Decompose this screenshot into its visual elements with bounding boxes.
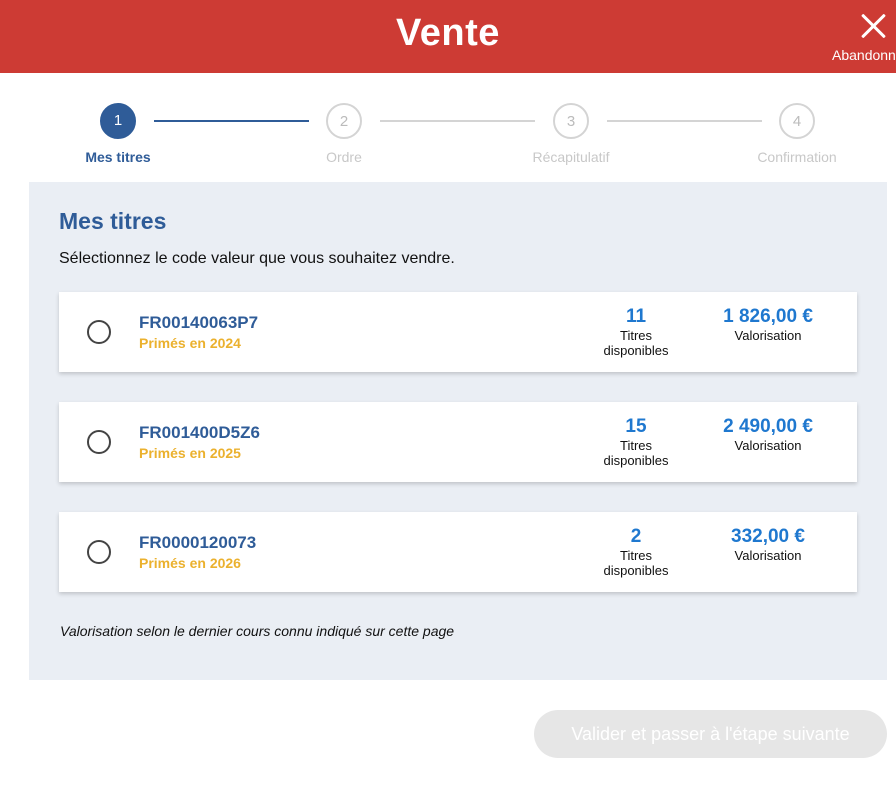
- valuation-label: Valorisation: [734, 328, 802, 343]
- security-code: FR00140063P7: [139, 313, 259, 332]
- security-code: FR001400D5Z6: [139, 423, 260, 442]
- security-card-1[interactable]: FR00140063P7 Primés en 2024 11 Titres di…: [59, 292, 857, 372]
- available-quantity: 11: [625, 306, 647, 327]
- valuation-label: Valorisation: [734, 548, 802, 563]
- header-bar: Vente Abandonner: [0, 0, 896, 73]
- security-code: FR0000120073: [139, 533, 257, 552]
- valuation-block: 332,00 € Valorisation: [703, 526, 833, 563]
- close-icon: [860, 12, 888, 40]
- step-2-circle: 2: [326, 103, 362, 139]
- securities-panel: Mes titres Sélectionnez le code valeur q…: [29, 182, 887, 680]
- section-title: Mes titres: [59, 208, 167, 234]
- step-1-label: Mes titres: [85, 149, 151, 165]
- radio-unchecked-icon[interactable]: [87, 430, 111, 454]
- step-4-label: Confirmation: [757, 149, 837, 165]
- step-3-circle: 3: [553, 103, 589, 139]
- progress-stepper: 1 2 3 4 Mes titres Ordre Récapitulatif C…: [0, 100, 896, 170]
- quantity-label: Titres disponibles: [603, 438, 669, 468]
- step-connector-2: [380, 120, 535, 122]
- valuation-block: 2 490,00 € Valorisation: [703, 416, 833, 453]
- step-connector-1: [154, 120, 309, 122]
- security-prime-year: Primés en 2026: [139, 555, 241, 571]
- step-3-label: Récapitulatif: [532, 149, 610, 165]
- step-1-circle: 1: [100, 103, 136, 139]
- abandon-button[interactable]: Abandonner: [830, 8, 896, 66]
- valuation-amount: 2 490,00 €: [723, 416, 813, 437]
- abandon-label: Abandonner: [832, 47, 896, 63]
- radio-unchecked-icon[interactable]: [87, 320, 111, 344]
- available-quantity: 2: [630, 526, 642, 547]
- step-connector-3: [607, 120, 762, 122]
- radio-unchecked-icon[interactable]: [87, 540, 111, 564]
- quantity-block: 11 Titres disponibles: [586, 306, 686, 358]
- security-card-2[interactable]: FR001400D5Z6 Primés en 2025 15 Titres di…: [59, 402, 857, 482]
- valuation-label: Valorisation: [734, 438, 802, 453]
- quantity-block: 15 Titres disponibles: [586, 416, 686, 468]
- valuation-amount: 332,00 €: [731, 526, 805, 547]
- valuation-footnote: Valorisation selon le dernier cours conn…: [60, 623, 455, 639]
- section-instructions: Sélectionnez le code valeur que vous sou…: [59, 250, 455, 267]
- step-4-circle: 4: [779, 103, 815, 139]
- quantity-block: 2 Titres disponibles: [586, 526, 686, 578]
- security-prime-year: Primés en 2024: [139, 335, 241, 351]
- quantity-label: Titres disponibles: [603, 548, 669, 578]
- step-2-label: Ordre: [326, 149, 362, 165]
- security-prime-year: Primés en 2025: [139, 445, 241, 461]
- next-step-button[interactable]: Valider et passer à l'étape suivante: [534, 710, 887, 758]
- page-title: Vente: [396, 12, 500, 54]
- security-card-3[interactable]: FR0000120073 Primés en 2026 2 Titres dis…: [59, 512, 857, 592]
- available-quantity: 15: [625, 416, 647, 437]
- valuation-amount: 1 826,00 €: [723, 306, 813, 327]
- quantity-label: Titres disponibles: [603, 328, 669, 358]
- valuation-block: 1 826,00 € Valorisation: [703, 306, 833, 343]
